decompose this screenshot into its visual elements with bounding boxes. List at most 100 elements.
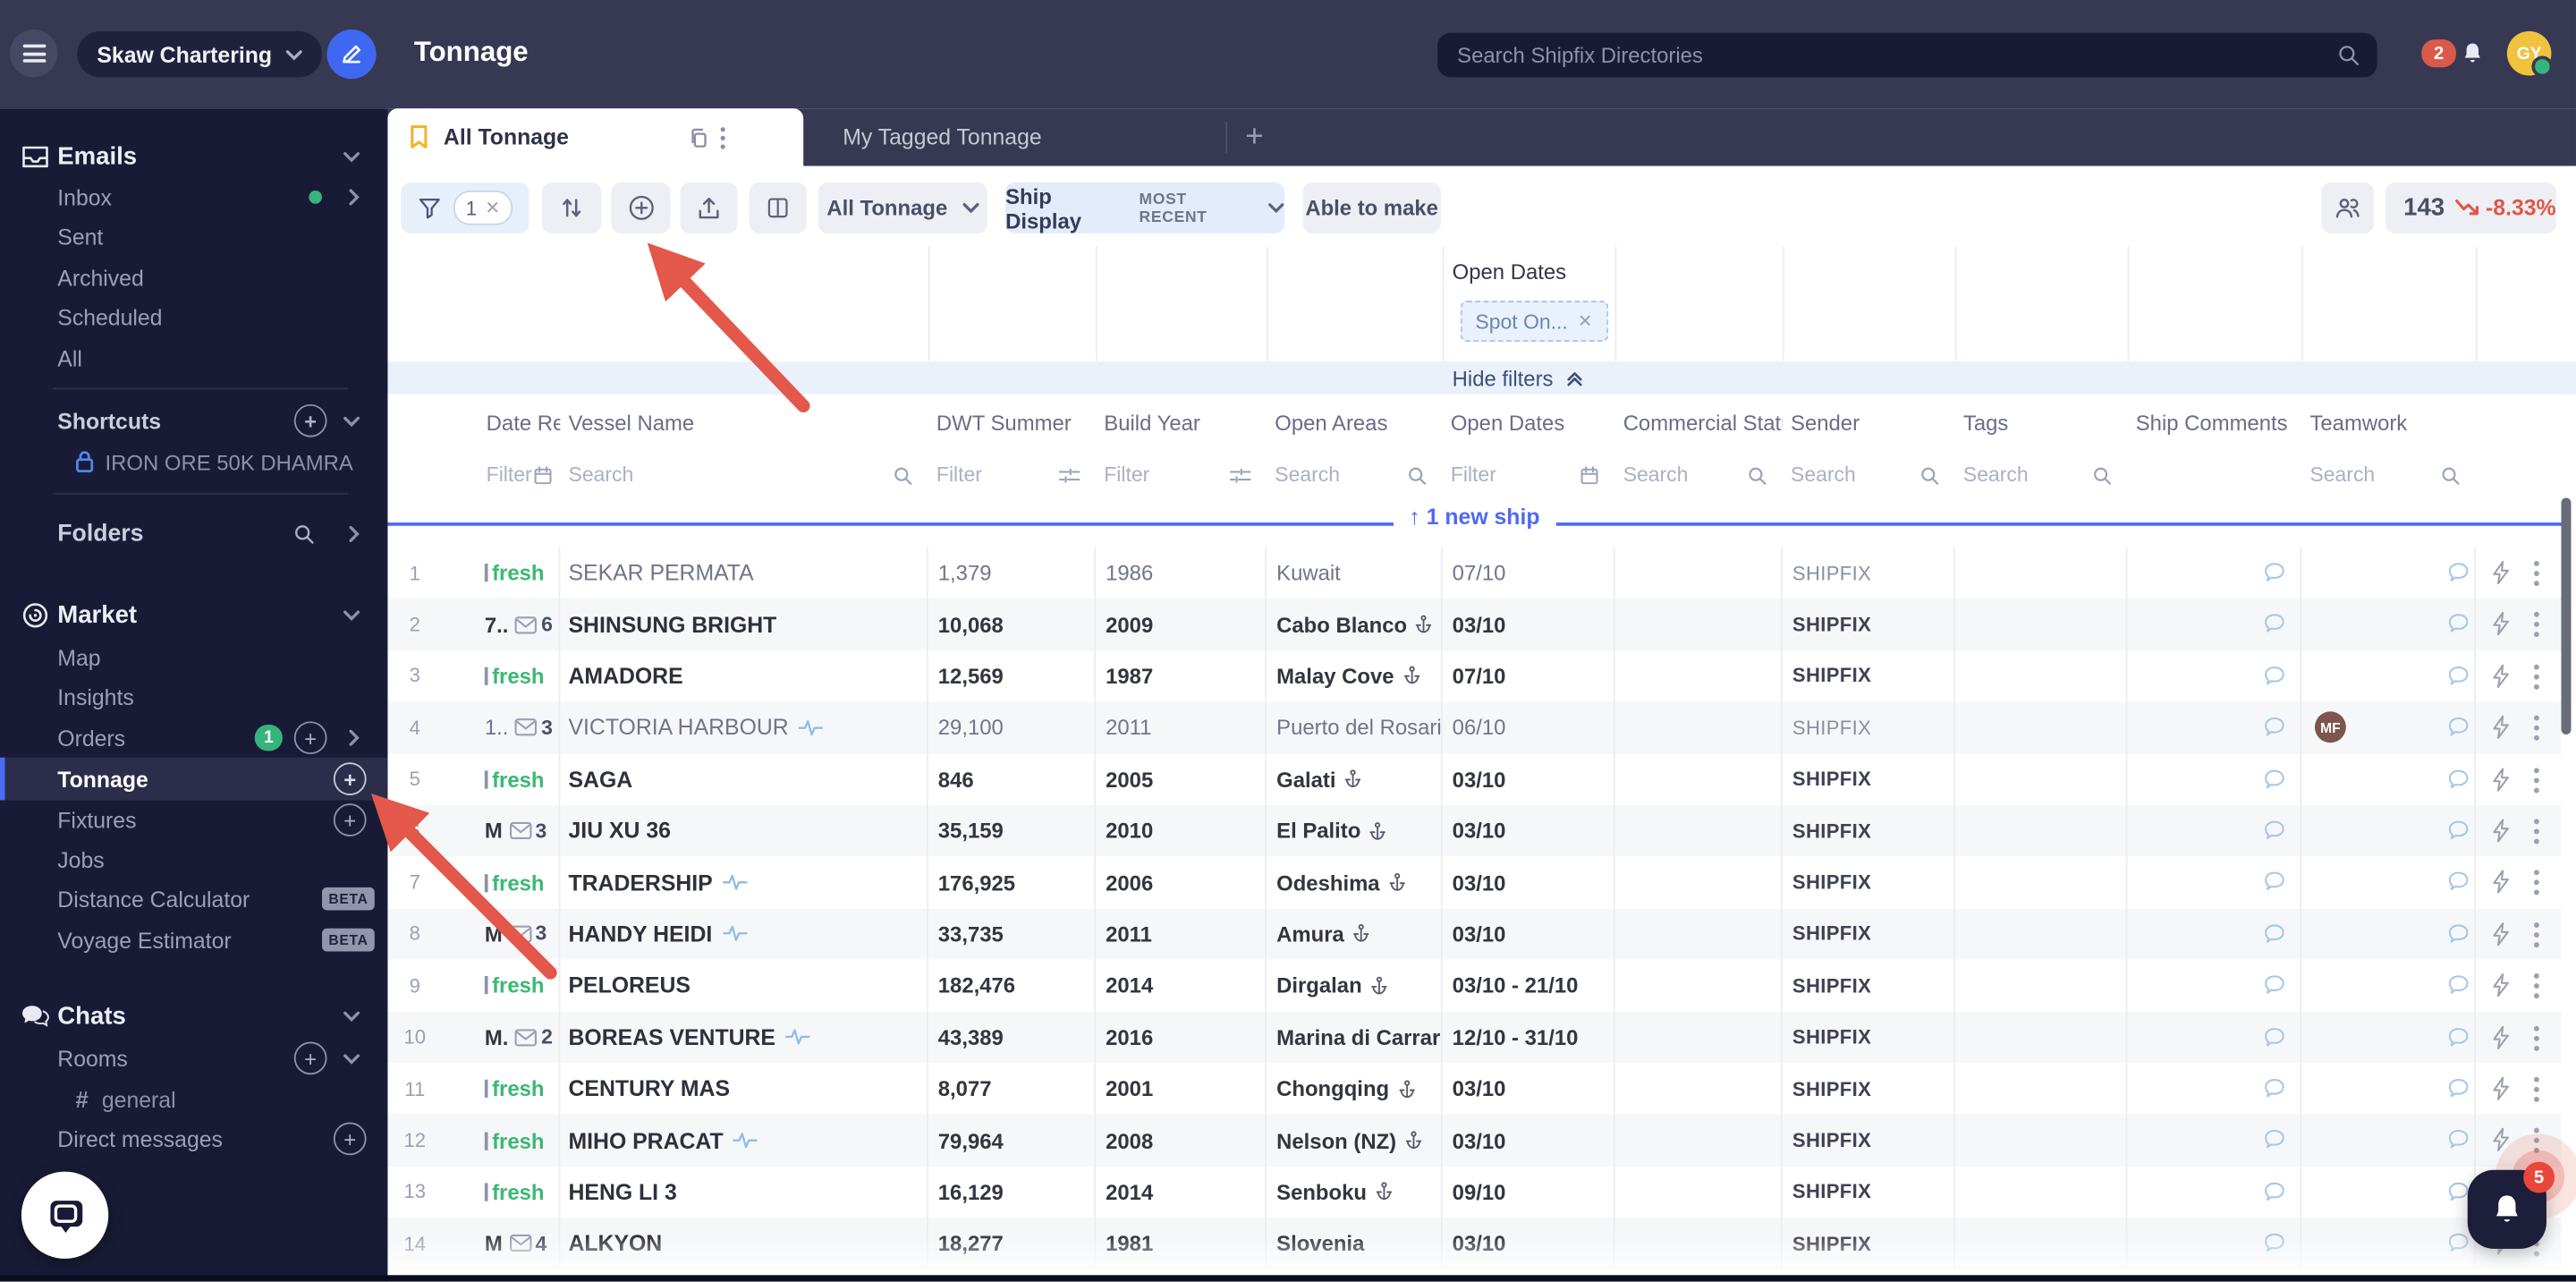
sidebar-item-rooms[interactable]: Rooms + [0,1039,387,1078]
teamwork-chat-icon[interactable] [2446,921,2471,947]
row-menu-kebab-icon[interactable] [2533,819,2539,845]
ship-comment-icon[interactable] [2262,1076,2287,1101]
sidebar-section-chats[interactable]: Chats [0,996,387,1035]
add-order-button[interactable]: + [294,721,327,754]
sidebar-item-fixtures[interactable]: Fixtures + [0,800,387,839]
chat-widget-button[interactable] [21,1172,108,1259]
vessel-name-cell[interactable]: SAGA [560,753,928,805]
teamwork-chat-icon[interactable] [2446,819,2471,844]
export-button[interactable] [680,183,737,233]
sidebar-item-all[interactable]: All [0,338,387,378]
row-menu-kebab-icon[interactable] [2533,1024,2539,1050]
teamwork-chat-icon[interactable] [2446,870,2471,895]
row-menu-kebab-icon[interactable] [2533,1128,2539,1154]
sidebar-room-general[interactable]: # general [0,1080,387,1119]
row-menu-kebab-icon[interactable] [2533,870,2539,896]
ship-comment-icon[interactable] [2262,1128,2287,1153]
add-ship-button[interactable] [611,183,670,233]
quick-action-bolt-icon[interactable] [2490,1024,2512,1049]
vessel-name-cell[interactable]: HANDY HEIDI [560,908,928,960]
clear-filter-icon[interactable]: ✕ [485,197,500,218]
tab-menu-kebab-icon[interactable] [720,126,726,149]
vessel-name-cell[interactable]: PELOREUS [560,960,928,1012]
search-icon[interactable] [2336,43,2361,68]
ship-comment-icon[interactable] [2262,560,2287,585]
column-filter-teamwork[interactable]: Search [2301,452,2476,497]
row-menu-kebab-icon[interactable] [2533,612,2539,638]
row-menu-kebab-icon[interactable] [2533,973,2539,999]
search-icon[interactable] [292,522,316,546]
quick-action-bolt-icon[interactable] [2490,973,2512,998]
workspace-selector[interactable]: Skaw Chartering [77,31,321,77]
teamwork-chat-icon[interactable] [2446,1024,2471,1049]
sidebar-item-insights[interactable]: Insights [0,677,387,717]
duplicate-tab-icon[interactable] [689,126,710,149]
ship-comment-icon[interactable] [2262,664,2287,689]
quick-action-bolt-icon[interactable] [2490,1076,2512,1101]
quick-action-bolt-icon[interactable] [2490,870,2512,895]
ship-comment-icon[interactable] [2262,1024,2287,1049]
quick-action-bolt-icon[interactable] [2490,767,2512,792]
add-shortcut-button[interactable]: + [294,404,327,437]
column-filter-date[interactable]: Filter [478,452,560,497]
sidebar-item-direct-messages[interactable]: Direct messages + [0,1119,387,1159]
sidebar-item-archived[interactable]: Archived [0,258,387,297]
tonnage-row[interactable]: 11freshCENTURY MAS8,077200103/10Chongqin… [387,1063,2561,1115]
vessel-name-cell[interactable]: TRADERSHIP [560,857,928,909]
sidebar-item-jobs[interactable]: Jobs [0,840,387,879]
sidebar-section-shortcuts[interactable]: Shortcuts + [0,401,387,440]
add-tonnage-button[interactable]: + [334,762,367,795]
tonnage-row[interactable]: 5freshSAGA846200503/10GalatiSHIPFIX [387,753,2561,805]
view-selector-dropdown[interactable]: All Tonnage [818,183,987,233]
shortcut-item[interactable]: IRON ORE 50K DHAMRA [0,442,387,481]
quick-action-bolt-icon[interactable] [2490,715,2512,740]
hide-filters-button[interactable]: Hide filters [387,361,2576,395]
quick-action-bolt-icon[interactable] [2490,612,2512,637]
hamburger-menu-button[interactable] [10,30,57,77]
column-filter-areas[interactable]: Search [1267,452,1443,497]
quick-action-bolt-icon[interactable] [2490,819,2512,844]
row-menu-kebab-icon[interactable] [2533,921,2539,947]
new-ship-banner[interactable]: ↑ 1 new ship [387,498,2561,548]
tonnage-row[interactable]: 8M3HANDY HEIDI33,735201103/10AmuraSHIPFI… [387,908,2561,960]
ship-comment-icon[interactable] [2262,870,2287,895]
column-filter-tags[interactable]: Search [1955,452,2128,497]
column-header-dwt[interactable]: DWT Summer [928,395,1096,452]
column-filter-commercial[interactable]: Search [1615,452,1783,497]
ship-comment-icon[interactable] [2262,767,2287,792]
add-fixture-button[interactable]: + [334,803,367,836]
column-header-areas[interactable]: Open Areas [1267,395,1443,452]
sidebar-item-scheduled[interactable]: Scheduled [0,297,387,336]
teamwork-chat-icon[interactable] [2446,1231,2471,1256]
tonnage-row[interactable]: 3freshAMADORE12,569198707/10Malay CoveSH… [387,650,2561,702]
column-header-date[interactable]: Date Re [478,395,560,452]
sidebar-item-tonnage[interactable]: Tonnage + [0,758,387,801]
column-filter-dates[interactable]: Filter [1443,452,1615,497]
tonnage-row[interactable]: 10M.2BOREAS VENTURE43,389201612/10 - 31/… [387,1012,2561,1064]
ship-comment-icon[interactable] [2262,715,2287,740]
column-filter-sender[interactable]: Search [1783,452,1955,497]
tab-all-tonnage[interactable]: All Tonnage [387,108,803,166]
vessel-name-cell[interactable]: JIU XU 36 [560,805,928,857]
sidebar-item-voyage-estimator[interactable]: Voyage Estimator BETA [0,921,387,960]
tonnage-row[interactable]: 41..3VICTORIA HARBOUR29,100201106/10Puer… [387,702,2561,754]
sidebar-item-map[interactable]: Map [0,638,387,677]
row-menu-kebab-icon[interactable] [2533,767,2539,793]
column-header-actions[interactable] [2476,395,2562,452]
vessel-name-cell[interactable]: ALKYON [560,1218,928,1269]
global-search-input[interactable] [1437,43,2336,68]
add-direct-message-button[interactable]: + [334,1122,367,1155]
open-dates-filter-chip[interactable]: Spot On... ✕ [1461,301,1607,342]
sidebar-item-sent[interactable]: Sent [0,216,387,256]
row-menu-kebab-icon[interactable] [2533,1076,2539,1102]
column-header-dates[interactable]: Open Dates [1443,395,1615,452]
remove-chip-icon[interactable]: ✕ [1578,310,1593,332]
vessel-name-cell[interactable]: MIHO PRACAT [560,1115,928,1167]
vessel-name-cell[interactable]: AMADORE [560,650,928,702]
row-menu-kebab-icon[interactable] [2533,715,2539,741]
row-menu-kebab-icon[interactable] [2533,560,2539,586]
column-header-sender[interactable]: Sender [1783,395,1955,452]
column-header-num[interactable] [387,395,478,452]
compose-button[interactable] [327,30,377,79]
column-header-tags[interactable]: Tags [1955,395,2128,452]
